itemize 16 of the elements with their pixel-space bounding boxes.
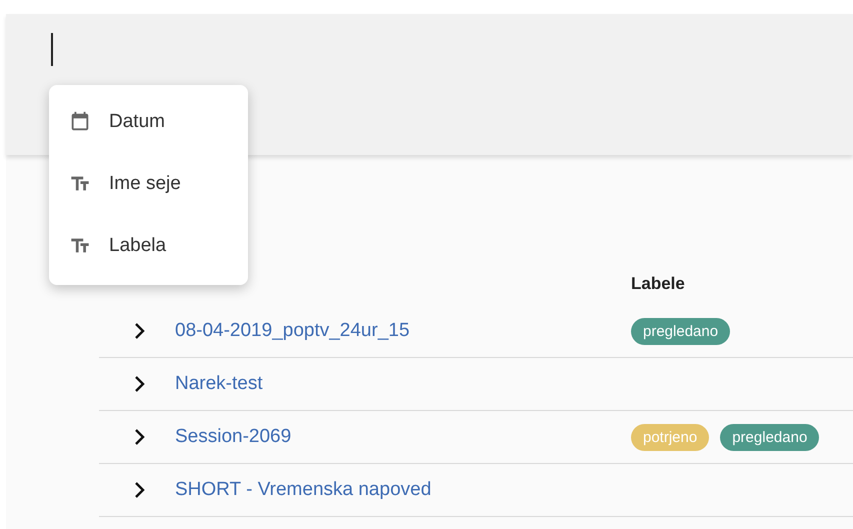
menu-item[interactable]: Labela — [49, 215, 248, 277]
chevron-right-icon[interactable] — [133, 429, 147, 445]
menu-item[interactable]: Ime seje — [49, 153, 248, 215]
label-tag: potrjeno — [631, 424, 710, 450]
session-link[interactable]: Narek-test — [175, 373, 263, 395]
chevron-right-icon[interactable] — [133, 482, 147, 498]
chevron-right-icon[interactable] — [133, 376, 147, 392]
session-link[interactable]: 08-04-2019_poptv_24ur_15 — [175, 320, 410, 342]
menu-item[interactable]: Datum — [49, 91, 248, 153]
label-tag: pregledano — [720, 424, 820, 450]
label-tag: pregledano — [631, 318, 730, 344]
column-header: Labele — [631, 274, 685, 294]
session-link[interactable]: Session-2069 — [175, 426, 292, 448]
calendar-icon — [69, 111, 91, 133]
session-link[interactable]: SHORT - Vremenska napoved — [175, 479, 432, 501]
chevron-right-icon[interactable] — [133, 323, 147, 339]
